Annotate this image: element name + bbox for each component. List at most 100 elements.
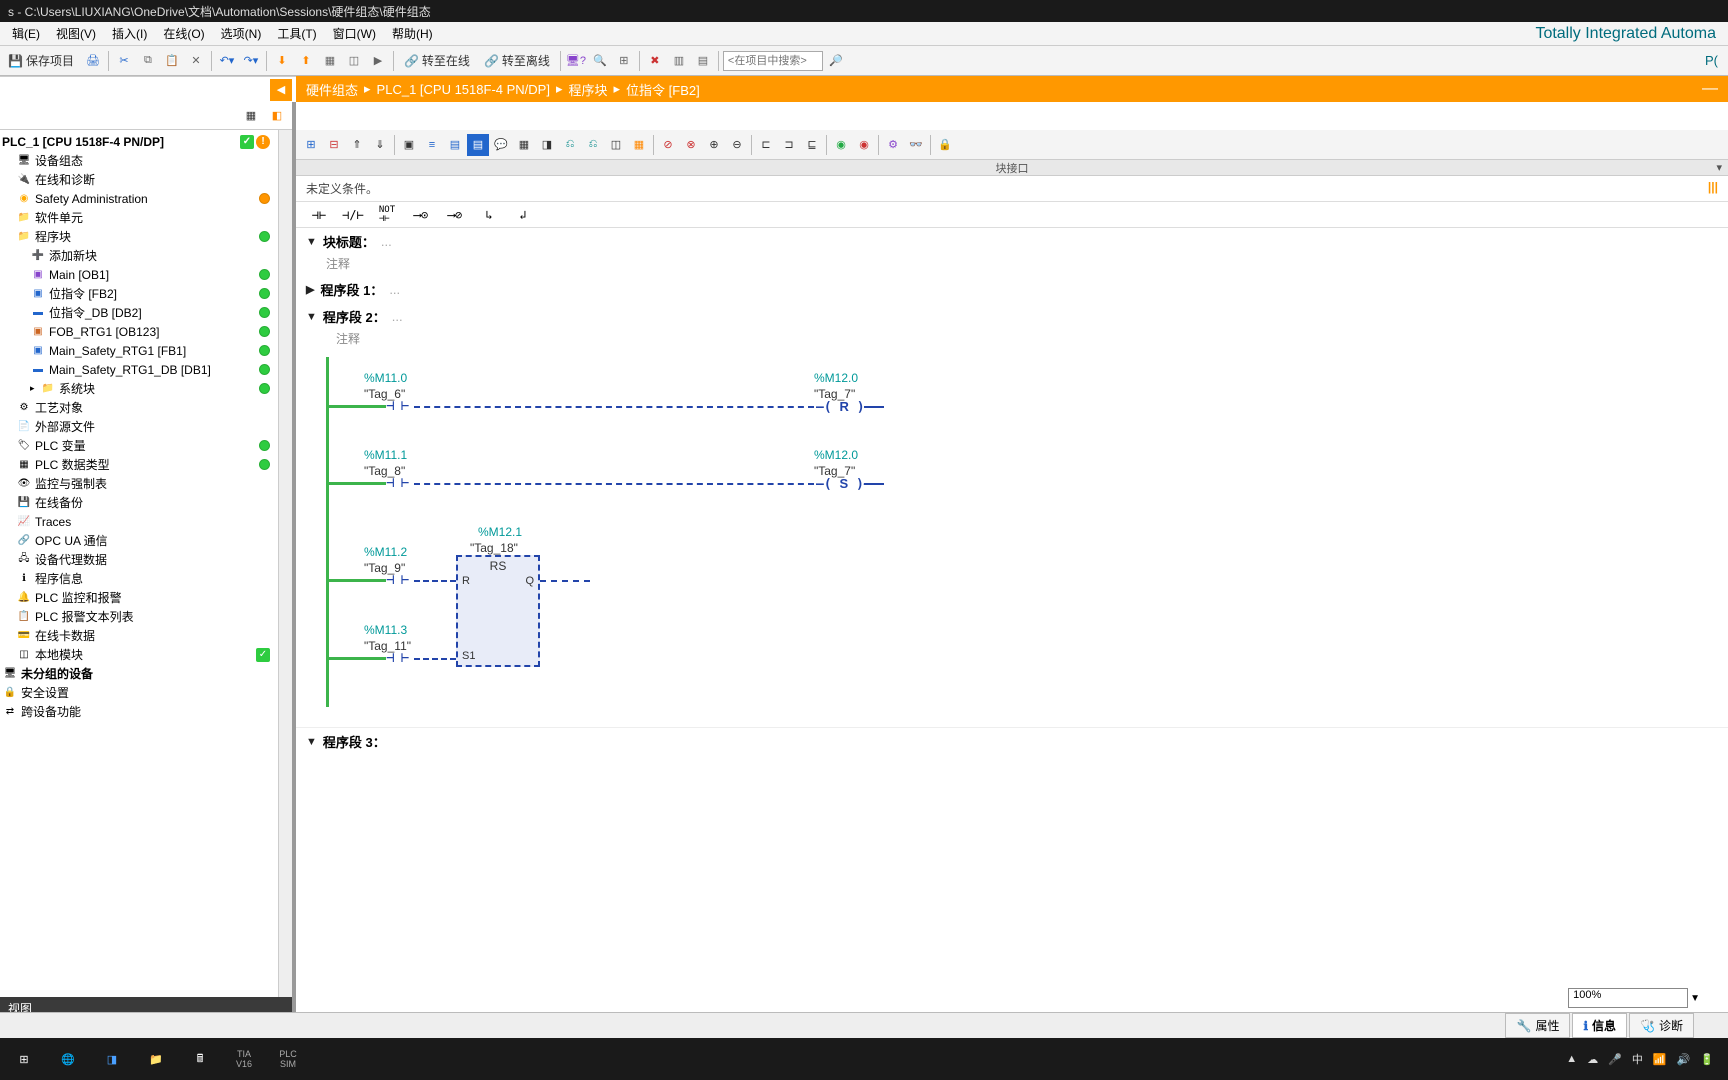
tree-item[interactable]: ▸📁系统块 [0,379,278,398]
tb-icon-9[interactable]: ⎌ [582,134,604,156]
vscode-icon[interactable]: ◨ [92,1043,132,1075]
tree-item[interactable]: ◉Safety Administration [0,189,278,208]
cross-ref-icon[interactable]: ⊞ [613,50,635,72]
tree-item[interactable]: 🔌在线和诊断 [0,170,278,189]
tag-address[interactable]: %M12.1 [478,525,522,539]
move-up-icon[interactable]: ⇑ [346,134,368,156]
tree-item[interactable]: 👁监控与强制表 [0,474,278,493]
network-2-header[interactable]: ▼ 程序段 2： ... [296,303,1728,330]
block-comment[interactable]: 注释 [296,255,1728,276]
search-project-icon[interactable]: 🔍 [589,50,611,72]
rs-flipflop-box[interactable]: RS R Q S1 [456,555,540,667]
tree-item[interactable]: ▦PLC 数据类型 [0,455,278,474]
tray-volume-icon[interactable]: 🔊 [1677,1053,1691,1066]
breadcrumb-device[interactable]: PLC_1 [CPU 1518F-4 PN/DP] [377,82,550,97]
save-project-button[interactable]: 💾保存项目 [2,52,80,69]
info-tab[interactable]: ℹ信息 [1572,1013,1627,1038]
tag-name[interactable]: "Tag_18" [470,541,518,555]
paste-icon[interactable]: 📋 [161,50,183,72]
upload-icon[interactable]: ⬆ [295,50,317,72]
tree-expand-icon[interactable]: ◧ [266,105,288,127]
minimize-editor-icon[interactable]: — [1702,80,1718,98]
network-3-header[interactable]: ▼ 程序段 3： [296,727,1728,755]
accessible-devices-icon[interactable]: 🖥? [565,50,587,72]
explorer-icon[interactable]: 📁 [136,1043,176,1075]
no-contact[interactable]: ⊣ ⊢ [386,398,408,414]
tb-icon-5[interactable]: 💬 [490,134,512,156]
tb-icon-20[interactable]: ◉ [853,134,875,156]
tree-scrollbar[interactable] [278,130,292,997]
tray-ime-icon[interactable]: 中 [1632,1051,1643,1067]
delete-icon[interactable]: ✕ [185,50,207,72]
tree-item[interactable]: 🔒安全设置 [0,683,278,702]
branch-open-icon[interactable]: ↳ [476,205,502,225]
tree-item[interactable]: ⚙工艺对象 [0,398,278,417]
tb-icon-21[interactable]: ⚙ [882,134,904,156]
tb-icon-13[interactable]: ⊗ [680,134,702,156]
tag-address[interactable]: %M11.2 [364,545,407,559]
system-tray[interactable]: ▲ ☁ 🎤 中 📶 🔊 🔋 [1566,1051,1724,1067]
start-icon[interactable]: ⊞ [4,1043,44,1075]
compare-icon[interactable]: ◫ [343,50,365,72]
tray-icon[interactable]: ☁ [1587,1053,1598,1066]
tree-item[interactable]: 💾在线备份 [0,493,278,512]
tree-item[interactable]: 📁程序块 [0,227,278,246]
move-down-icon[interactable]: ⇓ [369,134,391,156]
tag-address[interactable]: %M12.0 [814,371,858,385]
expand-icon[interactable]: ▶ [306,283,314,296]
tag-address[interactable]: %M11.3 [364,623,407,637]
split-h-icon[interactable]: ▥ [668,50,690,72]
menu-online[interactable]: 在线(O) [155,23,212,44]
tree-item[interactable]: 🖥未分组的设备 [0,664,278,683]
tree-item[interactable]: 💳在线卡数据 [0,626,278,645]
plcsim-icon[interactable]: PLCSIM [268,1043,308,1075]
tree-item[interactable]: 🖥设备组态 [0,151,278,170]
expand-icon[interactable]: ▼ [306,236,317,248]
menu-insert[interactable]: 插入(I) [104,23,155,44]
tree-item[interactable]: 🏷PLC 变量 [0,436,278,455]
tb-icon-14[interactable]: ⊕ [703,134,725,156]
collapse-left-icon[interactable]: ◀ [270,79,292,101]
simulate-icon[interactable]: ▶ [367,50,389,72]
menu-window[interactable]: 窗口(W) [325,23,384,44]
tb-icon-22[interactable]: 👓 [905,134,927,156]
tree-item[interactable]: 🖧设备代理数据 [0,550,278,569]
split-v-icon[interactable]: ▤ [692,50,714,72]
tb-icon-6[interactable]: ▦ [513,134,535,156]
tree-device-header[interactable]: PLC_1 [CPU 1518F-4 PN/DP] ✓! [0,132,278,151]
project-tree[interactable]: PLC_1 [CPU 1518F-4 PN/DP] ✓! 🖥设备组态🔌在线和诊断… [0,130,278,997]
tray-icon[interactable]: 🎤 [1608,1053,1622,1066]
tb-icon-19[interactable]: ◉ [830,134,852,156]
tree-item[interactable]: ▣Main [OB1] [0,265,278,284]
cut-icon[interactable]: ✂ [113,50,135,72]
tag-address[interactable]: %M12.0 [814,448,858,462]
interface-toggle-icon[interactable]: ▾ [1716,161,1722,174]
breadcrumb-block[interactable]: 位指令 [FB2] [626,80,700,99]
download-icon[interactable]: ⬇ [271,50,293,72]
no-contact[interactable]: ⊣ ⊢ [386,650,408,666]
network-1-header[interactable]: ▶ 程序段 1： ... [296,276,1728,303]
zoom-dropdown-icon[interactable]: ▼ [1690,993,1700,1004]
go-offline-button[interactable]: 🔗转至离线 [478,52,556,69]
tree-item[interactable]: 🔔PLC 监控和报警 [0,588,278,607]
tree-item[interactable]: 📄外部源文件 [0,417,278,436]
tb-icon-3[interactable]: ▤ [444,134,466,156]
redo-icon[interactable]: ↷▾ [240,50,262,72]
tb-icon-16[interactable]: ⊏ [755,134,777,156]
copy-icon[interactable]: ⧉ [137,50,159,72]
expand-icon[interactable]: ▸ [30,383,40,394]
tree-item[interactable]: ▬位指令_DB [DB2] [0,303,278,322]
block-interface-bar[interactable]: 块接口 ▾ [296,160,1728,176]
tree-item[interactable]: ▣FOB_RTG1 [OB123] [0,322,278,341]
tb-icon-2[interactable]: ≡ [421,134,443,156]
compile-icon[interactable]: ▦ [319,50,341,72]
properties-tab[interactable]: 🔧属性 [1505,1013,1570,1038]
expand-icon[interactable]: ▼ [306,736,317,748]
tree-item[interactable]: ℹ程序信息 [0,569,278,588]
calc-icon[interactable]: 🖩 [180,1043,220,1075]
tb-icon-11[interactable]: ▦ [628,134,650,156]
menu-options[interactable]: 选项(N) [213,23,270,44]
zoom-select[interactable]: 100% [1568,988,1688,1008]
ladder-canvas[interactable]: %M11.0 "Tag_6" ⊣ ⊢ %M12.0 "Tag_7" —( R )… [316,357,1708,717]
breadcrumb-root[interactable]: 硬件组态 [306,80,358,99]
